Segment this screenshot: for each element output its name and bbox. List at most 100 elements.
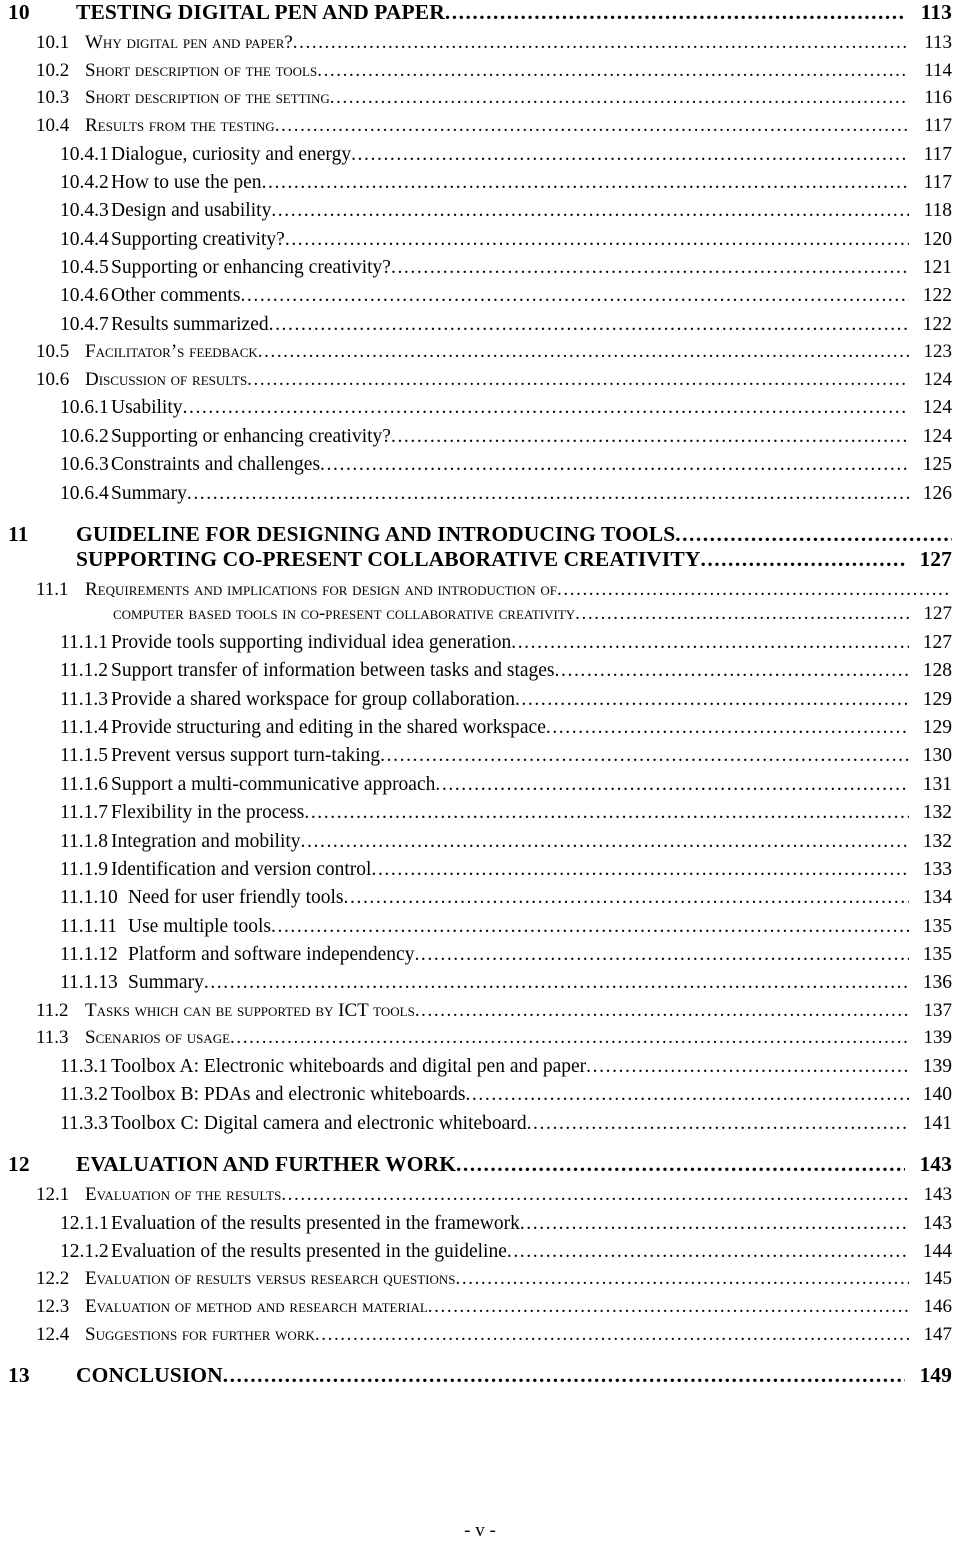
toc-entry[interactable]: 11.1.13 Summary 136: [8, 970, 952, 995]
toc-entry-number: 12: [8, 1151, 30, 1176]
toc-entry-line: 12.2 Evaluation of results versus researc…: [8, 1267, 952, 1292]
toc-entry[interactable]: 10.6.3Constraints and challenges 125: [8, 452, 952, 477]
toc-entry-number: 11.3.2: [60, 1084, 109, 1106]
toc-entry-page-number: 124: [922, 425, 952, 447]
toc-entry-number: 13: [8, 1363, 30, 1388]
toc-entry[interactable]: 12.1.2 Evaluation of the results presente…: [8, 1239, 952, 1264]
toc-entry[interactable]: 11.3.3 Toolbox C: Digital camera and elec…: [8, 1111, 952, 1136]
toc-entry[interactable]: 11.1.4 Provide structuring and editing in…: [8, 715, 952, 740]
toc-entry-number: 12.1: [36, 1183, 70, 1205]
toc-entry-title: Supporting creativity?: [111, 228, 285, 250]
toc-entry[interactable]: 10.4.1Dialogue, curiosity and energy 117: [8, 142, 952, 167]
toc-entry-line: 11.1.10 Need for user friendly tools 134: [8, 885, 952, 910]
toc-entry[interactable]: 11.3 Scenarios of usage 139: [8, 1026, 952, 1051]
toc-entry[interactable]: 10.4.5 Supporting or enhancing creativity…: [8, 255, 952, 280]
toc-entry-page-number: 130: [922, 745, 952, 767]
toc-entry[interactable]: 10.6.4Summary 126: [8, 481, 952, 506]
toc-entry[interactable]: 11.1 Requirements and implications for de…: [8, 578, 952, 627]
dot-leader: [317, 59, 909, 84]
toc-entry-page-number: 143: [922, 1212, 952, 1234]
toc-entry[interactable]: 11.3.1 Toolbox A: Electronic whiteboards …: [8, 1054, 952, 1079]
toc-entry-number: 10.1: [36, 31, 70, 53]
toc-entry-title: Evaluation of results versus research qu…: [85, 1268, 456, 1290]
toc-entry[interactable]: 11.1.1 Provide tools supporting individua…: [8, 630, 952, 655]
toc-entry[interactable]: 11.1.9 Identification and version control…: [8, 857, 952, 882]
toc-entry[interactable]: 10.4.4Supporting creativity? 120: [8, 227, 952, 252]
toc-entry-line: 10.4.6Other comments 122: [8, 283, 952, 308]
dot-leader: [204, 970, 909, 995]
toc-entry-line: 10 TESTING DIGITAL PEN AND PAPER 113: [8, 0, 952, 25]
toc-entry-page-number: 114: [924, 59, 952, 81]
toc-entry[interactable]: 10.6.2 Supporting or enhancing creativity…: [8, 424, 952, 449]
toc-entry[interactable]: 11.1.12 Platform and software independenc…: [8, 942, 952, 967]
toc-entry-title: Short description of the setting: [85, 87, 330, 109]
toc-entry[interactable]: 11.1.5 Prevent versus support turn-taking…: [8, 743, 952, 768]
dot-leader: [230, 1026, 909, 1051]
dot-leader: [240, 283, 909, 308]
dot-leader: [546, 715, 909, 740]
toc-entry-number: 11.1.12: [60, 943, 118, 965]
toc-entry-title: Provide a shared workspace for group col…: [111, 688, 515, 710]
toc-entry-page-number: 139: [923, 1027, 953, 1049]
toc-entry[interactable]: 12.1 Evaluation of the results 143: [8, 1183, 952, 1208]
toc-entry[interactable]: 12.4 Suggestions for further work 147: [8, 1323, 952, 1348]
toc-entry[interactable]: 10.3 Short description of the setting 116: [8, 86, 952, 111]
toc-entry[interactable]: 11.1.2 Support transfer of information be…: [8, 658, 952, 683]
toc-entry-line: 10.4.3Design and usability 118: [8, 198, 952, 223]
toc-entry[interactable]: 11.3.2 Toolbox B: PDAs and electronic whi…: [8, 1082, 952, 1107]
toc-entry-page-number: 149: [919, 1363, 952, 1388]
toc-entry[interactable]: 10.4.6Other comments 122: [8, 283, 952, 308]
toc-entry-title: Toolbox C: Digital camera and electronic…: [111, 1112, 527, 1134]
toc-entry[interactable]: 11.1.3 Provide a shared workspace for gro…: [8, 687, 952, 712]
toc-entry[interactable]: 12.3 Evaluation of method and research ma…: [8, 1295, 952, 1320]
toc-entry-page-number: 136: [922, 972, 952, 994]
toc-entry-page-number: 117: [923, 172, 952, 194]
toc-entry-page-number: 127: [922, 632, 952, 654]
toc-entry-title: Supporting or enhancing creativity?: [111, 425, 391, 447]
toc-entry-page-number: 122: [922, 285, 952, 307]
toc-entry[interactable]: 11.1.10 Need for user friendly tools 134: [8, 885, 952, 910]
toc-entry[interactable]: 10.2 Short description of the tools 114: [8, 59, 952, 84]
toc-entry[interactable]: 10.6 Discussion of results 124: [8, 368, 952, 393]
toc-entry[interactable]: 11.2 Tasks which can be supported by ICT …: [8, 999, 952, 1024]
toc-entry-title: Usability: [111, 397, 183, 419]
toc-entry[interactable]: 11.1.7Flexibility in the process 132: [8, 800, 952, 825]
toc-entry[interactable]: 12.1.1 Evaluation of the results presente…: [8, 1211, 952, 1236]
dot-leader: [271, 198, 909, 223]
toc-entry-page-number: 147: [923, 1323, 953, 1345]
toc-entry[interactable]: 10.6.1Usability 124: [8, 395, 952, 420]
toc-entry[interactable]: 10 TESTING DIGITAL PEN AND PAPER 113: [8, 0, 952, 25]
toc-entry[interactable]: 10.5 Facilitator’s feedback 123: [8, 340, 952, 365]
toc-entry[interactable]: 11.1.6 Support a multi-communicative appr…: [8, 772, 952, 797]
toc-entry-page-number: 132: [922, 830, 952, 852]
toc-entry[interactable]: 11.1.8Integration and mobility 132: [8, 829, 952, 854]
toc-entry-title: Evaluation of method and research materi…: [85, 1295, 428, 1317]
toc-entry[interactable]: 12.2 Evaluation of results versus researc…: [8, 1267, 952, 1292]
dot-leader: [511, 630, 909, 655]
toc-entry-number: 11.1.13: [60, 972, 118, 994]
toc-entry[interactable]: 12 EVALUATION AND FURTHER WORK 143: [8, 1152, 952, 1177]
toc-entry-number: 11.1.5: [60, 745, 109, 767]
table-of-contents: 10 TESTING DIGITAL PEN AND PAPER 113 10.1 Wh…: [0, 0, 960, 1388]
toc-entry[interactable]: 11.1.11 Use multiple tools 135: [8, 914, 952, 939]
toc-entry[interactable]: 13 CONCLUSION 149: [8, 1363, 952, 1388]
toc-entry-title: Facilitator’s feedback: [85, 341, 258, 363]
toc-entry[interactable]: 10.1 Why digital pen and paper? 113: [8, 31, 952, 56]
toc-entry-page-number: 127: [923, 603, 953, 625]
toc-entry-title: Support transfer of information between …: [111, 660, 555, 682]
toc-entry-number: 10.6.4: [60, 482, 109, 504]
toc-entry[interactable]: 10.4.7Results summarized 122: [8, 312, 952, 337]
toc-entry-number: 11.1: [36, 578, 69, 600]
toc-entry-line: 10.2 Short description of the tools 114: [8, 59, 952, 84]
toc-entry[interactable]: 10.4 Results from the testing 117: [8, 114, 952, 139]
toc-entry-line: 10.6.4Summary 126: [8, 481, 952, 506]
toc-entry[interactable]: 11 GUIDELINE FOR DESIGNING AND INTRODUCIN…: [8, 522, 952, 572]
dot-leader: [293, 31, 909, 56]
toc-entry-title: Integration and mobility: [111, 830, 301, 852]
toc-entry-title: Results from the testing: [85, 115, 275, 136]
dot-leader: [391, 424, 909, 449]
dot-leader: [271, 914, 909, 939]
toc-entry-number: 10: [8, 0, 30, 24]
toc-entry[interactable]: 10.4.3Design and usability 118: [8, 198, 952, 223]
toc-entry[interactable]: 10.4.2How to use the pen 117: [8, 170, 952, 195]
